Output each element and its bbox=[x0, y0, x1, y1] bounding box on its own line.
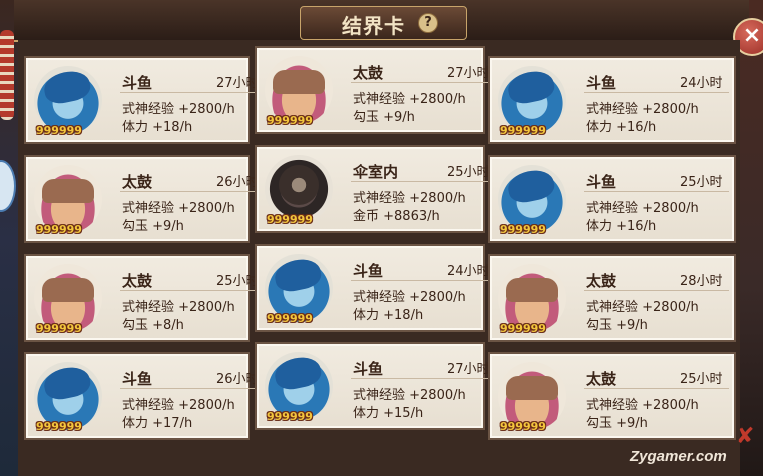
kekkai-card[interactable]: 999999 伞室内 25小时式神经验 +2800/h 金币 +8863/h bbox=[255, 145, 496, 233]
kekkai-card[interactable]: 999999 太鼓 27小时式神经验 +2800/h 勾玉 +9/h bbox=[255, 46, 496, 134]
card-divider bbox=[351, 181, 496, 182]
resource-bonus-text: 勾玉 +9/h bbox=[122, 219, 184, 234]
card-name: 斗鱼 bbox=[586, 74, 617, 92]
card-name: 斗鱼 bbox=[353, 262, 384, 280]
exp-bonus-text: 式神经验 +2800/h bbox=[122, 201, 235, 216]
card-divider bbox=[584, 191, 729, 192]
resource-bonus-text: 体力 +18/h bbox=[353, 308, 424, 323]
kekkai-card[interactable]: 999999 太鼓 25小时式神经验 +2800/h 勾玉 +8/h bbox=[24, 254, 265, 342]
resource-bonus-text: 体力 +15/h bbox=[353, 406, 424, 421]
card-divider bbox=[351, 378, 496, 379]
level-number: 999999 bbox=[36, 124, 82, 137]
level-number: 999999 bbox=[36, 322, 82, 335]
card-name: 斗鱼 bbox=[122, 74, 153, 92]
level-number: 999999 bbox=[267, 213, 313, 226]
resource-bonus-text: 体力 +17/h bbox=[122, 416, 193, 431]
card-duration: 25小时 bbox=[680, 175, 723, 190]
kekkai-card[interactable]: 999999 斗鱼 27小时式神经验 +2800/h 体力 +18/h bbox=[24, 56, 265, 144]
card-name: 斗鱼 bbox=[353, 360, 384, 378]
card-duration: 25小时 bbox=[447, 165, 490, 180]
exp-bonus-text: 式神经验 +2800/h bbox=[122, 300, 235, 315]
level-number: 999999 bbox=[36, 420, 82, 433]
exp-bonus-text: 式神经验 +2800/h bbox=[353, 92, 466, 107]
card-name: 太鼓 bbox=[586, 272, 617, 290]
exp-bonus-text: 式神经验 +2800/h bbox=[353, 388, 466, 403]
kekkai-card[interactable]: 999999 斗鱼 24小时式神经验 +2800/h 体力 +18/h bbox=[255, 244, 496, 332]
resource-bonus-text: 体力 +16/h bbox=[586, 120, 657, 135]
kekkai-card[interactable]: 999999 斗鱼 26小时式神经验 +2800/h 体力 +17/h bbox=[24, 352, 265, 440]
level-number: 999999 bbox=[36, 223, 82, 236]
lantern-decoration bbox=[0, 30, 14, 120]
card-name: 太鼓 bbox=[586, 370, 617, 388]
card-name: 太鼓 bbox=[353, 64, 384, 82]
card-divider bbox=[120, 388, 265, 389]
card-duration: 24小时 bbox=[680, 76, 723, 91]
kekkai-card[interactable]: 999999 太鼓 25小时式神经验 +2800/h 勾玉 +9/h bbox=[488, 352, 736, 440]
exp-bonus-text: 式神经验 +2800/h bbox=[586, 201, 699, 216]
level-number: 999999 bbox=[500, 124, 546, 137]
card-name: 太鼓 bbox=[122, 173, 153, 191]
exp-bonus-text: 式神经验 +2800/h bbox=[353, 191, 466, 206]
card-divider bbox=[351, 280, 496, 281]
help-icon[interactable]: ? bbox=[418, 13, 438, 33]
card-divider bbox=[351, 82, 496, 83]
card-duration: 28小时 bbox=[680, 274, 723, 289]
card-duration: 24小时 bbox=[447, 264, 490, 279]
resource-bonus-text: 勾玉 +9/h bbox=[353, 110, 415, 125]
card-divider bbox=[120, 290, 265, 291]
card-name: 斗鱼 bbox=[122, 370, 153, 388]
kekkai-card[interactable]: 999999 太鼓 28小时式神经验 +2800/h 勾玉 +9/h bbox=[488, 254, 736, 342]
page-title: 结界卡 bbox=[342, 14, 405, 38]
kekkai-card[interactable]: 999999 斗鱼 24小时式神经验 +2800/h 体力 +16/h bbox=[488, 56, 736, 144]
resource-bonus-text: 勾玉 +9/h bbox=[586, 416, 648, 431]
kekkai-card[interactable]: 999999 太鼓 26小时式神经验 +2800/h 勾玉 +9/h bbox=[24, 155, 265, 243]
resource-bonus-text: 勾玉 +8/h bbox=[122, 318, 184, 333]
card-divider bbox=[120, 92, 265, 93]
card-duration: 26小时 bbox=[216, 372, 259, 387]
exp-bonus-text: 式神经验 +2800/h bbox=[122, 102, 235, 117]
watermark-text: Zygamer.com bbox=[630, 448, 727, 465]
card-duration: 27小时 bbox=[447, 66, 490, 81]
kekkai-card[interactable]: 999999 斗鱼 25小时式神经验 +2800/h 体力 +16/h bbox=[488, 155, 736, 243]
level-number: 999999 bbox=[500, 420, 546, 433]
card-divider bbox=[584, 290, 729, 291]
level-number: 999999 bbox=[267, 410, 313, 423]
card-duration: 25小时 bbox=[216, 274, 259, 289]
resource-bonus-text: 金币 +8863/h bbox=[353, 209, 440, 224]
resource-bonus-text: 勾玉 +9/h bbox=[586, 318, 648, 333]
card-duration: 27小时 bbox=[447, 362, 490, 377]
resource-bonus-text: 体力 +16/h bbox=[586, 219, 657, 234]
card-divider bbox=[584, 92, 729, 93]
card-divider bbox=[584, 388, 729, 389]
level-number: 999999 bbox=[500, 322, 546, 335]
card-name: 伞室内 bbox=[353, 163, 399, 181]
card-duration: 25小时 bbox=[680, 372, 723, 387]
level-number: 999999 bbox=[267, 312, 313, 325]
card-name: 斗鱼 bbox=[586, 173, 617, 191]
level-number: 999999 bbox=[267, 114, 313, 127]
exp-bonus-text: 式神经验 +2800/h bbox=[586, 300, 699, 315]
resource-bonus-text: 体力 +18/h bbox=[122, 120, 193, 135]
exp-bonus-text: 式神经验 +2800/h bbox=[586, 102, 699, 117]
card-duration: 26小时 bbox=[216, 175, 259, 190]
card-name: 太鼓 bbox=[122, 272, 153, 290]
kekkai-card[interactable]: 999999 斗鱼 27小时式神经验 +2800/h 体力 +15/h bbox=[255, 342, 496, 430]
exp-bonus-text: 式神经验 +2800/h bbox=[353, 290, 466, 305]
level-number: 999999 bbox=[500, 223, 546, 236]
exp-bonus-text: 式神经验 +2800/h bbox=[586, 398, 699, 413]
card-divider bbox=[120, 191, 265, 192]
card-duration: 27小时 bbox=[216, 76, 259, 91]
exp-bonus-text: 式神经验 +2800/h bbox=[122, 398, 235, 413]
watermark-logo: ✘ bbox=[736, 424, 755, 449]
